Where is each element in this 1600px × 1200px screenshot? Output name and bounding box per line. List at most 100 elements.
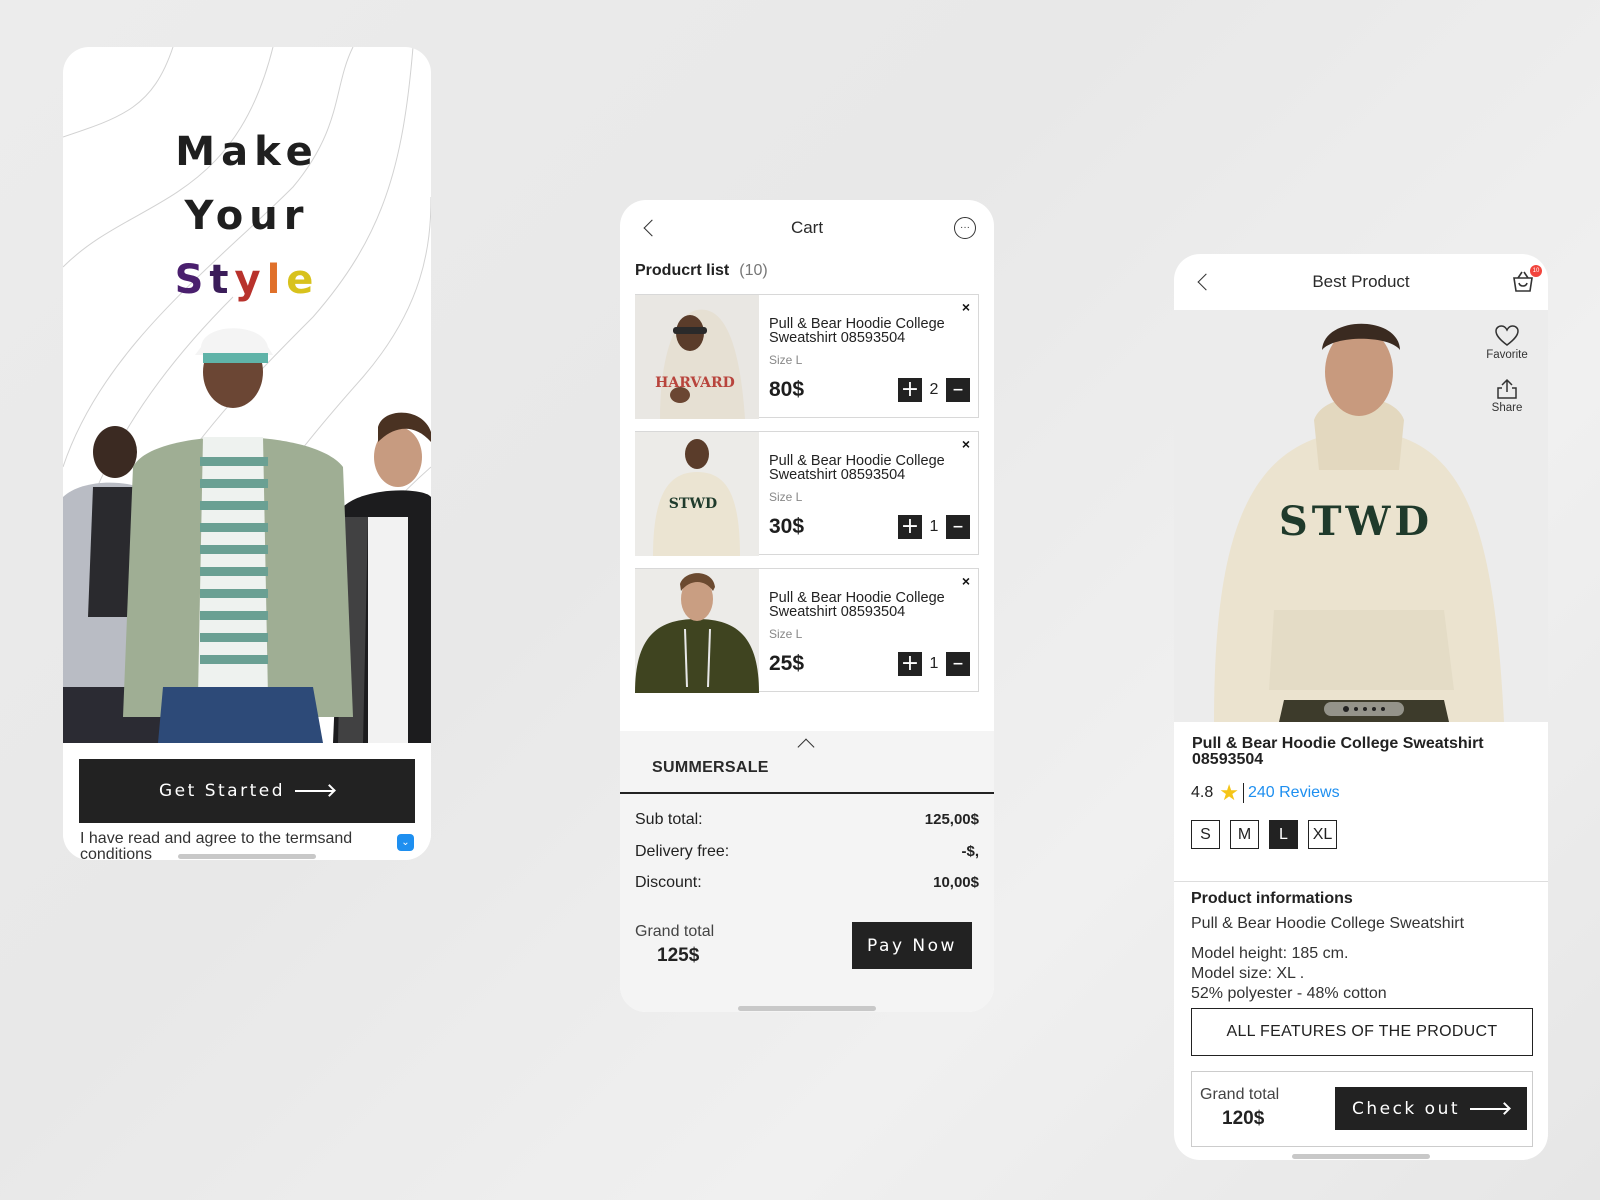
increase-quantity-button[interactable]: + (898, 378, 922, 402)
item-name: Pull & Bear Hoodie College Sweatshirt 08… (769, 453, 945, 483)
decrease-quantity-button[interactable]: – (946, 378, 970, 402)
product-info-heading: Product informations (1191, 890, 1353, 907)
product-thumbnail: STWD (635, 432, 759, 556)
grand-total-value: 120$ (1222, 1108, 1265, 1129)
checkout-label: Check out (1351, 1098, 1461, 1119)
quantity-stepper: + 2 – (898, 378, 970, 402)
center-model-figure (123, 328, 353, 743)
size-option-m[interactable]: M (1230, 820, 1259, 849)
home-indicator (1292, 1154, 1430, 1159)
grand-total-label: Grand total (635, 923, 715, 940)
terms-checkbox[interactable]: ⌄ (397, 834, 414, 851)
cart-screen: Cart ··· Producrt list (10) HARVARD × Pul… (620, 200, 994, 1012)
product-list-count: (10) (739, 262, 768, 279)
info-line: Model height: 185 cm. (1191, 945, 1349, 962)
reviews-link[interactable]: 240 Reviews (1248, 784, 1340, 802)
style-letter: y (234, 257, 267, 303)
decrease-quantity-button[interactable]: – (946, 652, 970, 676)
size-option-xl[interactable]: XL (1308, 820, 1337, 849)
svg-text:STWD: STWD (669, 496, 717, 512)
summary-label: Delivery free: (635, 843, 730, 860)
grand-total-value: 125$ (657, 945, 700, 966)
checkout-bar: Grand total 120$ Check out (1191, 1071, 1533, 1147)
heart-icon (1495, 325, 1519, 346)
product-image-carousel[interactable]: STWD Favorite Share (1174, 310, 1548, 722)
title-line-make: Make (175, 129, 319, 175)
remove-item-icon[interactable]: × (962, 573, 970, 589)
item-price: 80$ (769, 378, 805, 401)
promo-code[interactable]: SUMMERSALE (652, 759, 769, 777)
pay-now-button[interactable]: Pay Now (852, 922, 972, 969)
style-letter: S (174, 257, 210, 303)
all-features-button[interactable]: ALL FEATURES OF THE PRODUCT (1191, 1008, 1533, 1056)
cart-count-badge: 10 (1530, 265, 1542, 277)
rating-row: 4.8 ★ 240 Reviews (1191, 782, 1340, 804)
cart-item: × Pull & Bear Hoodie College Sweatshirt … (635, 568, 979, 693)
summary-value: -$, (961, 843, 979, 860)
models-photo (63, 328, 431, 743)
order-summary: SUMMERSALE Sub total: 125,00$ Delivery f… (620, 731, 994, 1012)
get-started-button[interactable]: Get Started (79, 759, 415, 823)
info-line: 52% polyester - 48% cotton (1191, 985, 1387, 1002)
item-size: Size L (769, 353, 803, 367)
title-line-style: Style (63, 257, 431, 303)
carousel-dot[interactable] (1372, 707, 1376, 711)
carousel-pagination (1324, 702, 1404, 716)
divider (1174, 881, 1548, 882)
product-list-label: Producrt list (635, 262, 730, 279)
carousel-dot[interactable] (1363, 707, 1367, 711)
size-selector: S M L XL (1191, 820, 1337, 849)
carousel-dot[interactable] (1354, 707, 1358, 711)
remove-item-icon[interactable]: × (962, 436, 970, 452)
checkout-button[interactable]: Check out (1335, 1087, 1527, 1130)
product-detail-screen: Best Product 10 STWD Favorite Share Pull… (1174, 254, 1548, 1160)
summary-row-discount: Discount: 10,00$ (635, 874, 979, 892)
remove-item-icon[interactable]: × (962, 299, 970, 315)
quantity-value: 2 (929, 381, 939, 398)
quantity-stepper: + 1 – (898, 652, 970, 676)
favorite-button[interactable]: Favorite (1480, 325, 1534, 361)
product-info-details: Model height: 185 cm. Model size: XL . 5… (1191, 944, 1387, 1004)
cart-nav-bar: Cart ··· (620, 200, 994, 256)
rating-value: 4.8 (1191, 784, 1214, 801)
cart-title: Cart (790, 218, 824, 237)
product-thumbnail (635, 569, 759, 693)
home-indicator (738, 1006, 876, 1011)
item-size: Size L (769, 627, 803, 641)
share-button[interactable]: Share (1480, 378, 1534, 414)
item-name: Pull & Bear Hoodie College Sweatshirt 08… (769, 590, 945, 620)
product-nav-bar: Best Product 10 (1174, 254, 1548, 310)
product-info-subtitle: Pull & Bear Hoodie College Sweatshirt (1191, 915, 1465, 932)
svg-text:HARVARD: HARVARD (655, 375, 735, 391)
more-options-icon[interactable]: ··· (954, 217, 976, 239)
increase-quantity-button[interactable]: + (898, 652, 922, 676)
style-letter: t (209, 257, 235, 303)
quantity-stepper: + 1 – (898, 515, 970, 539)
product-header-title: Best Product (1312, 272, 1410, 291)
separator (1242, 783, 1244, 803)
summary-label: Discount: (635, 874, 702, 891)
product-photo: STWD (1174, 310, 1548, 722)
product-list-heading: Producrt list (10) (635, 262, 768, 280)
arrow-right-icon (294, 785, 335, 797)
chevron-up-icon[interactable] (797, 738, 815, 756)
onboarding-screen: Make Your Style Get Started I have read … (63, 47, 431, 860)
size-option-l[interactable]: L (1269, 820, 1298, 849)
item-price: 25$ (769, 652, 805, 675)
summary-value: 125,00$ (924, 811, 979, 828)
increase-quantity-button[interactable]: + (898, 515, 922, 539)
home-indicator (178, 854, 316, 859)
item-name: Pull & Bear Hoodie College Sweatshirt 08… (769, 316, 945, 346)
quantity-value: 1 (929, 655, 939, 672)
arrow-right-icon (1470, 1103, 1510, 1115)
onboarding-actions: Get Started I have read and agree to the… (63, 743, 431, 860)
cart-item: HARVARD × Pull & Bear Hoodie College Swe… (635, 294, 979, 419)
favorite-label: Favorite (1486, 349, 1528, 361)
item-price: 30$ (769, 515, 805, 538)
style-letter: e (286, 257, 320, 303)
size-option-s[interactable]: S (1191, 820, 1220, 849)
carousel-dot[interactable] (1381, 707, 1385, 711)
decrease-quantity-button[interactable]: – (946, 515, 970, 539)
svg-text:STWD: STWD (1279, 498, 1433, 545)
carousel-dot[interactable] (1343, 706, 1349, 712)
